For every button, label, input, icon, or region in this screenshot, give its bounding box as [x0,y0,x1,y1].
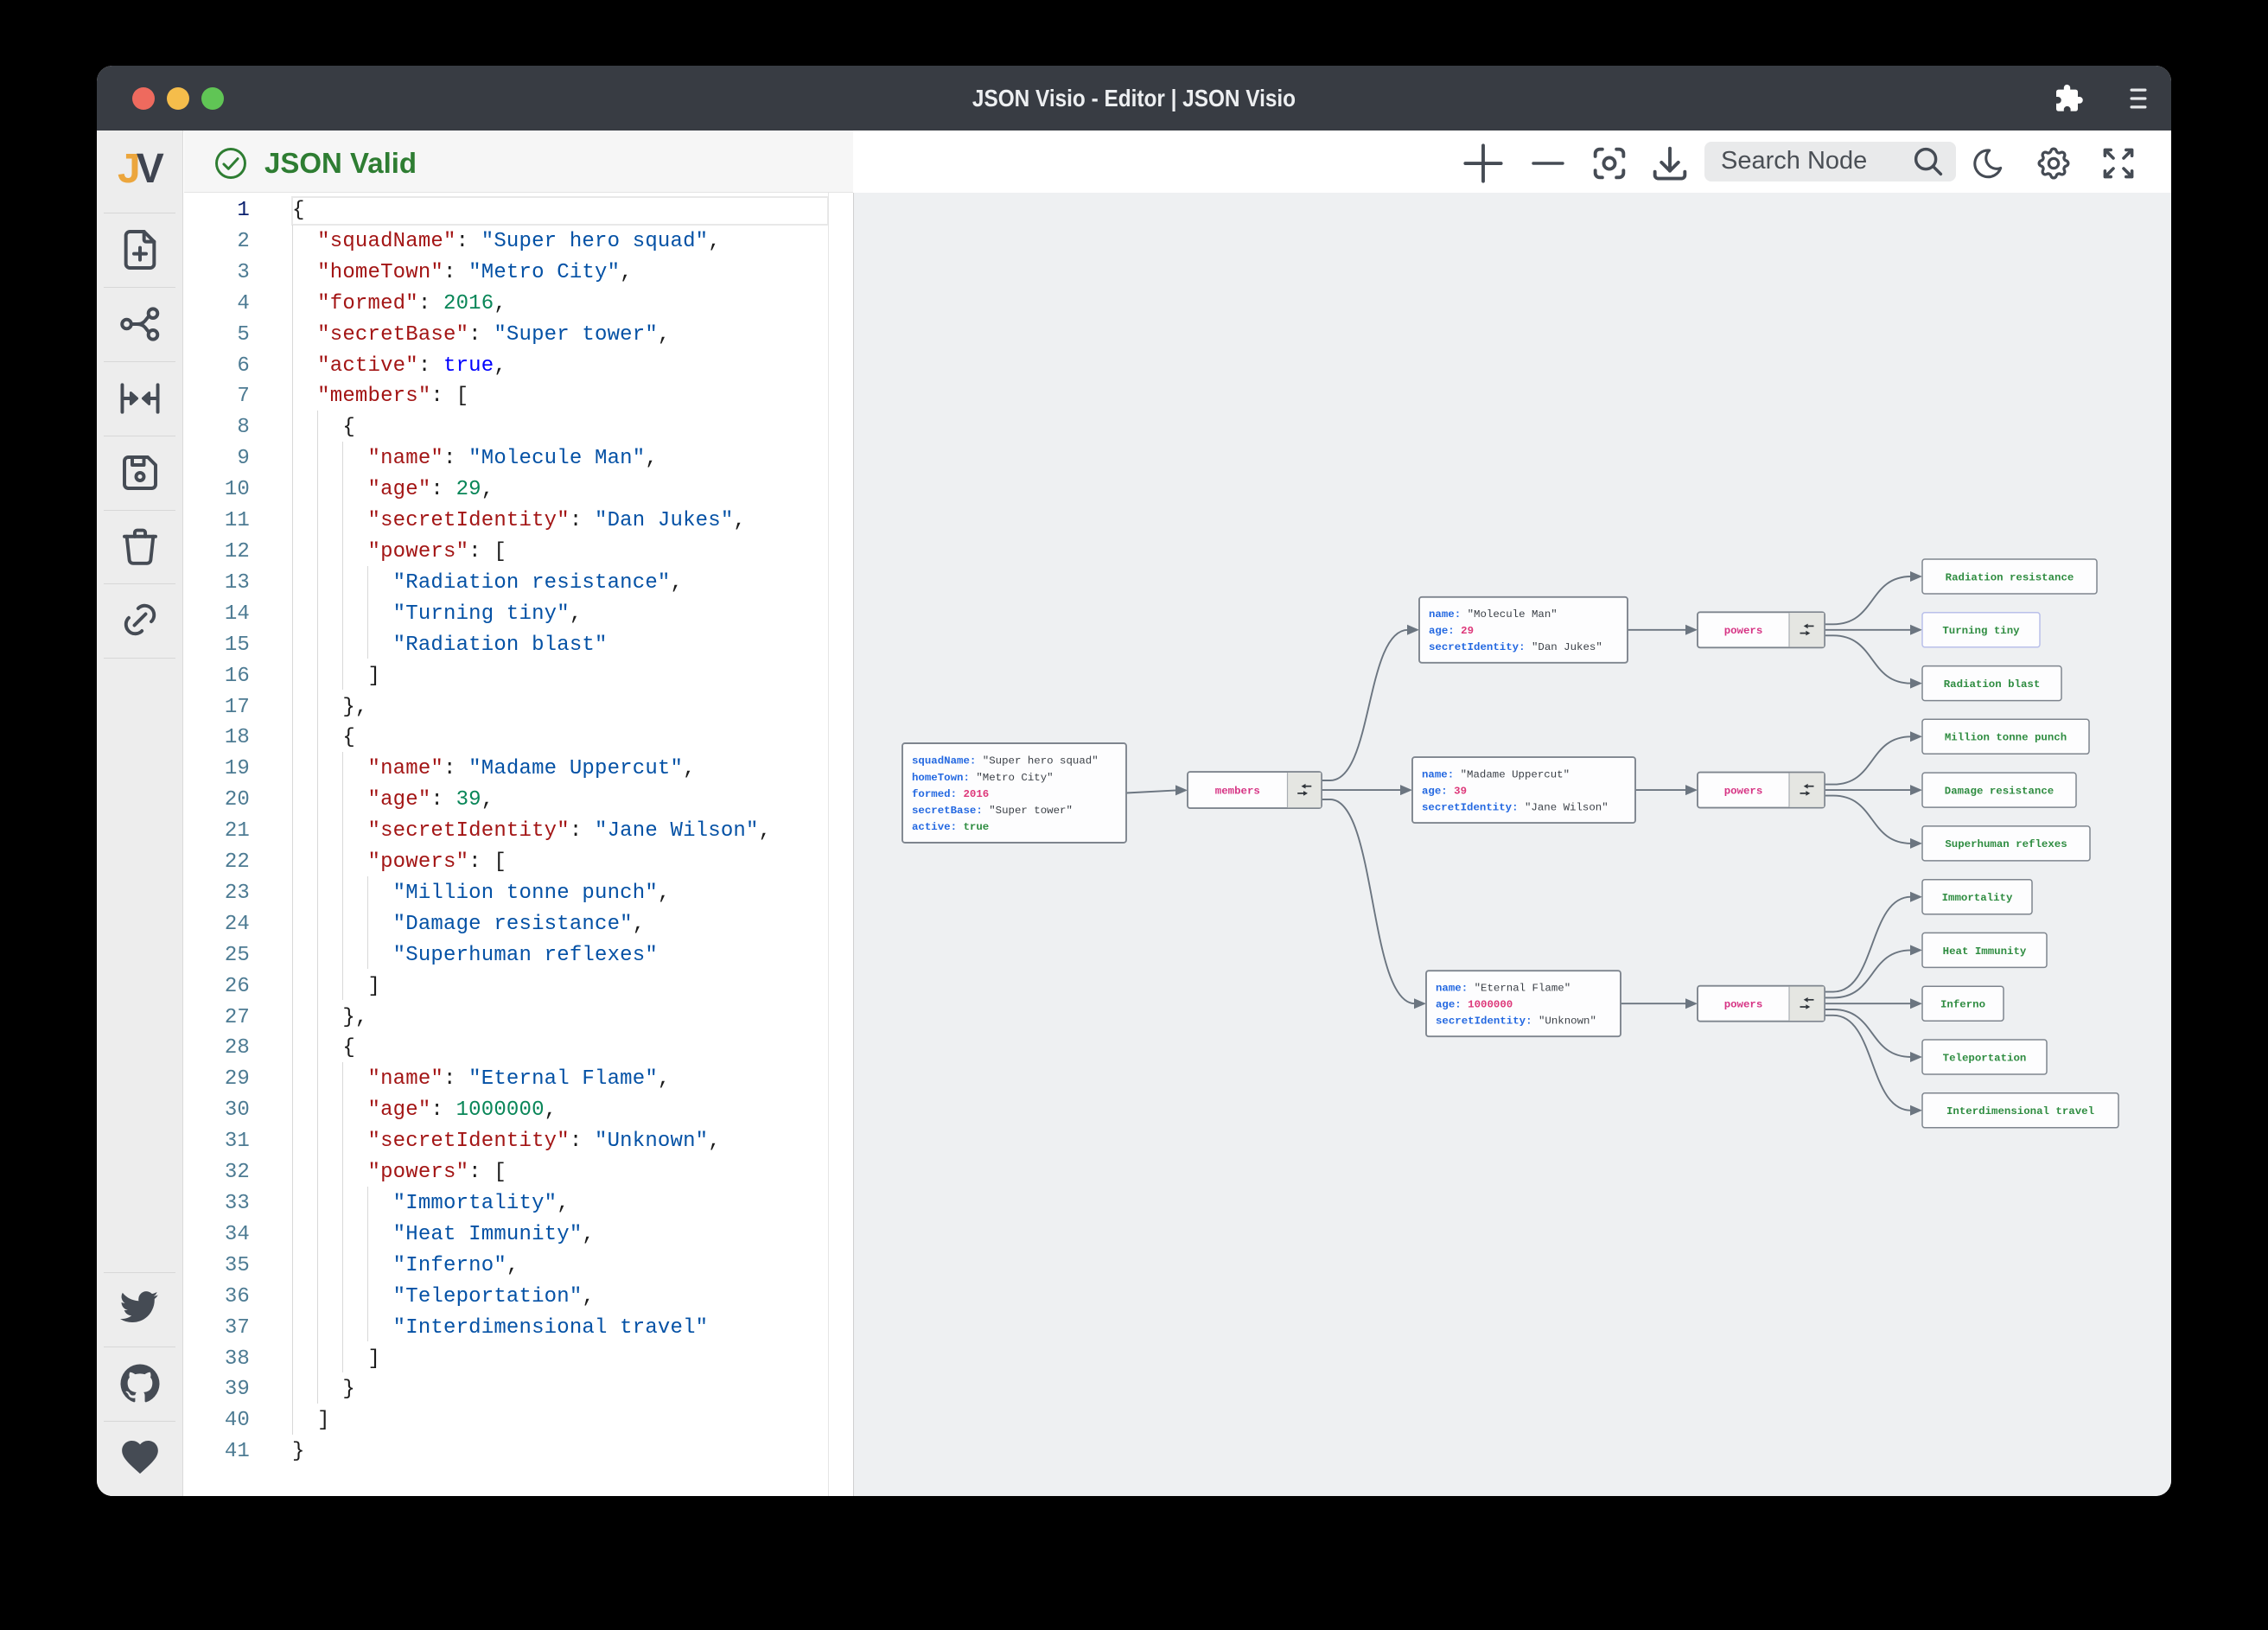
svg-text:age: 29: age: 29 [1429,625,1474,637]
svg-text:Radiation resistance: Radiation resistance [1946,571,2074,583]
svg-text:active: true: active: true [912,821,989,833]
svg-text:age: 1000000: age: 1000000 [1436,999,1513,1011]
svg-text:name: "Madame Uppercut": name: "Madame Uppercut" [1422,768,1570,780]
svg-text:powers: powers [1724,786,1763,798]
svg-text:Million tonne punch: Million tonne punch [1945,732,2067,744]
svg-text:secretIdentity: "Unknown": secretIdentity: "Unknown" [1436,1016,1596,1028]
svg-text:powers: powers [1724,625,1763,637]
svg-text:name: "Eternal Flame": name: "Eternal Flame" [1436,983,1570,995]
svg-text:age: 39: age: 39 [1422,786,1467,798]
svg-text:formed: 2016: formed: 2016 [912,788,989,800]
svg-text:secretBase: "Super tower": secretBase: "Super tower" [912,805,1073,817]
svg-text:Teleportation: Teleportation [1943,1052,2027,1064]
svg-text:members: members [1215,786,1260,798]
svg-text:Turning tiny: Turning tiny [1942,625,2020,637]
svg-text:secretIdentity: "Dan Jukes": secretIdentity: "Dan Jukes" [1429,641,1602,653]
svg-text:Superhuman reflexes: Superhuman reflexes [1945,838,2067,850]
svg-text:secretIdentity: "Jane Wilson": secretIdentity: "Jane Wilson" [1422,802,1609,814]
svg-text:name: "Molecule Man": name: "Molecule Man" [1429,608,1558,621]
svg-text:Interdimensional travel: Interdimensional travel [1946,1105,2094,1117]
svg-text:Heat Immunity: Heat Immunity [1943,946,2027,958]
svg-text:powers: powers [1724,999,1763,1011]
svg-text:Radiation blast: Radiation blast [1944,678,2041,691]
svg-text:homeTown: "Metro City": homeTown: "Metro City" [912,772,1054,784]
svg-text:Inferno: Inferno [1940,999,1985,1011]
svg-text:Immortality: Immortality [1942,892,2013,904]
svg-text:Damage resistance: Damage resistance [1945,786,2054,798]
svg-text:squadName: "Super hero squad": squadName: "Super hero squad" [912,755,1099,767]
